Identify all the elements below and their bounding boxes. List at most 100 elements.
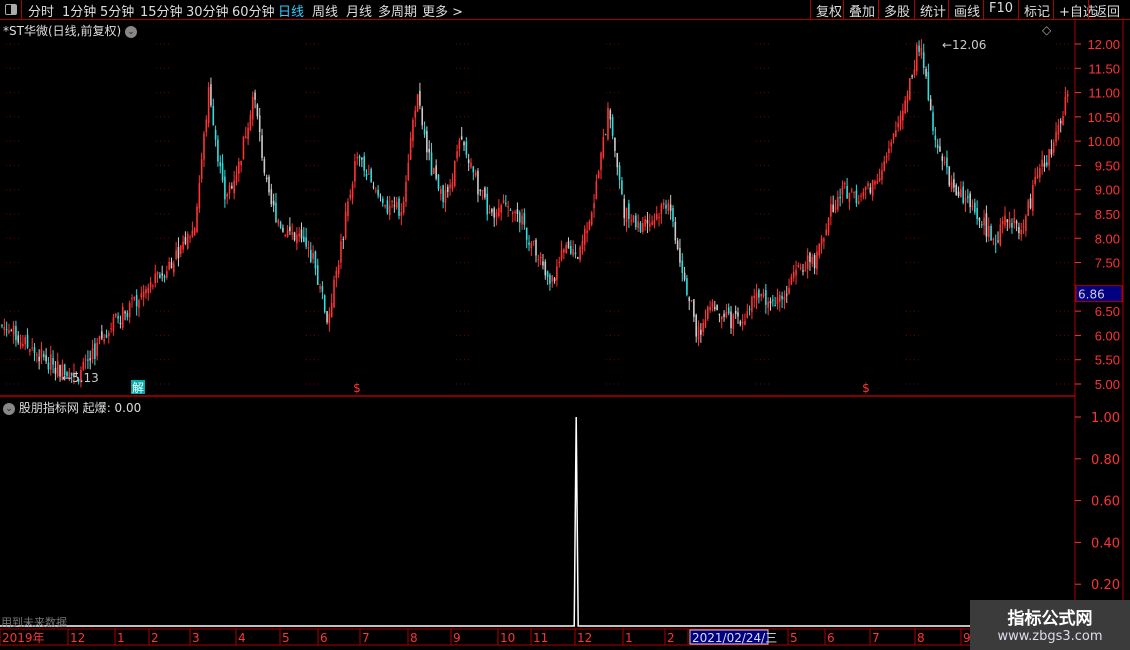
candle-body xyxy=(637,221,639,229)
candle-body xyxy=(909,78,911,100)
candle-body xyxy=(163,275,166,278)
candle-body xyxy=(1050,149,1053,155)
candle-body xyxy=(409,137,412,160)
candle-body xyxy=(349,194,352,198)
toolbar-button-2[interactable]: 多股 xyxy=(878,0,914,20)
time-label: 3 xyxy=(192,631,200,645)
watermark-title: 指标公式网 xyxy=(1007,609,1093,629)
candle-body xyxy=(514,211,516,213)
candle-body xyxy=(326,311,328,323)
toolbar-button-6[interactable]: 标记 xyxy=(1018,0,1053,20)
event-marker: $ xyxy=(862,381,870,395)
time-label: 8 xyxy=(410,631,418,645)
candle-body xyxy=(957,191,960,196)
candle-body xyxy=(960,189,962,198)
candle-body xyxy=(182,241,184,250)
candle-body xyxy=(521,215,523,225)
toolbar-button-0[interactable]: 复权 xyxy=(810,0,843,20)
candle-body xyxy=(892,133,895,140)
candle-body xyxy=(133,297,136,299)
period-tab-2[interactable]: 5分钟 xyxy=(100,1,134,20)
candle-body xyxy=(804,270,807,272)
panel-toggle-button[interactable] xyxy=(0,0,22,20)
y-tick-label: 5.00 xyxy=(1095,377,1120,392)
candle-body xyxy=(563,249,565,253)
toolbar-button-3[interactable]: 统计 xyxy=(914,0,948,20)
candle-body xyxy=(621,180,623,195)
candle-body xyxy=(24,337,27,345)
candle-body xyxy=(279,222,282,228)
indicator-source: 股朋指标网 xyxy=(18,401,79,415)
panel-icon xyxy=(5,4,17,15)
chevron-down-icon[interactable]: ⌄ xyxy=(3,402,15,415)
toolbar-button-8[interactable]: 返回 xyxy=(1088,0,1130,20)
candle-body xyxy=(453,160,456,187)
toolbar-button-5[interactable]: F10 xyxy=(983,0,1018,20)
candle-body xyxy=(493,208,496,218)
period-tab-6[interactable]: 日线 xyxy=(278,1,304,20)
toolbar-button-1[interactable]: 叠加 xyxy=(843,0,878,20)
cursor-date: 2021/02/24/三 xyxy=(692,631,777,645)
candle-body xyxy=(792,272,795,278)
candle-body xyxy=(426,130,428,153)
candle-body xyxy=(672,208,674,222)
candle-body xyxy=(509,209,512,211)
candle-body xyxy=(535,239,537,256)
candle-body xyxy=(1048,149,1050,166)
chart-canvas[interactable]: 12.0011.5011.0010.5010.009.509.008.508.0… xyxy=(0,0,1130,650)
high-price-label: ←12.06 xyxy=(942,38,986,52)
candle-body xyxy=(198,183,201,209)
candle-body xyxy=(101,331,103,339)
candle-body xyxy=(667,202,670,211)
period-tab-3[interactable]: 15分钟 xyxy=(140,1,183,20)
time-label: 6 xyxy=(827,631,835,645)
candle-body xyxy=(542,261,544,266)
candle-body xyxy=(690,300,693,302)
candle-body xyxy=(607,107,609,140)
candle-body xyxy=(816,251,818,269)
toolbar-button-7[interactable]: +自选 xyxy=(1053,0,1096,20)
y-tick-label: 8.50 xyxy=(1095,207,1120,222)
period-tab-10[interactable]: 更多 > xyxy=(422,1,463,20)
period-tab-8[interactable]: 月线 xyxy=(346,1,372,20)
candle-body xyxy=(922,52,925,68)
candle-body xyxy=(616,153,619,168)
time-label: 8 xyxy=(917,631,925,645)
candle-body xyxy=(103,339,105,342)
candle-body xyxy=(971,205,974,208)
candle-body xyxy=(581,240,584,250)
candle-body xyxy=(862,191,865,197)
y-tick-label: 0.20 xyxy=(1091,578,1120,593)
candle-body xyxy=(869,187,872,193)
candle-body xyxy=(484,187,486,198)
candle-body xyxy=(727,307,730,314)
candle-body xyxy=(226,194,229,197)
candle-body xyxy=(827,217,830,233)
candle-body xyxy=(769,300,772,304)
candle-body xyxy=(124,311,126,314)
candle-body xyxy=(990,225,992,241)
candle-body xyxy=(344,211,347,239)
candle-body xyxy=(820,237,823,245)
candle-body xyxy=(760,293,763,297)
candle-body xyxy=(707,306,709,320)
candle-body xyxy=(458,140,461,150)
period-tab-0[interactable]: 分时 xyxy=(28,1,54,20)
time-label: 5 xyxy=(790,631,798,645)
candle-body xyxy=(40,349,43,358)
period-tab-7[interactable]: 周线 xyxy=(312,1,338,20)
chevron-down-icon[interactable]: ⌄ xyxy=(124,25,137,38)
candle-body xyxy=(184,237,187,244)
y-tick-label: 0.60 xyxy=(1091,495,1120,510)
candle-body xyxy=(639,222,642,232)
period-tab-1[interactable]: 1分钟 xyxy=(62,1,96,20)
candle-body xyxy=(52,357,54,365)
candle-body xyxy=(375,190,377,192)
candle-body xyxy=(444,190,447,204)
period-tab-9[interactable]: 多周期 xyxy=(378,1,417,20)
toolbar-button-4[interactable]: 画线 xyxy=(948,0,983,20)
period-tab-5[interactable]: 60分钟 xyxy=(232,1,275,20)
candle-body xyxy=(168,261,170,270)
period-tab-4[interactable]: 30分钟 xyxy=(186,1,229,20)
time-label: 11 xyxy=(533,631,548,645)
